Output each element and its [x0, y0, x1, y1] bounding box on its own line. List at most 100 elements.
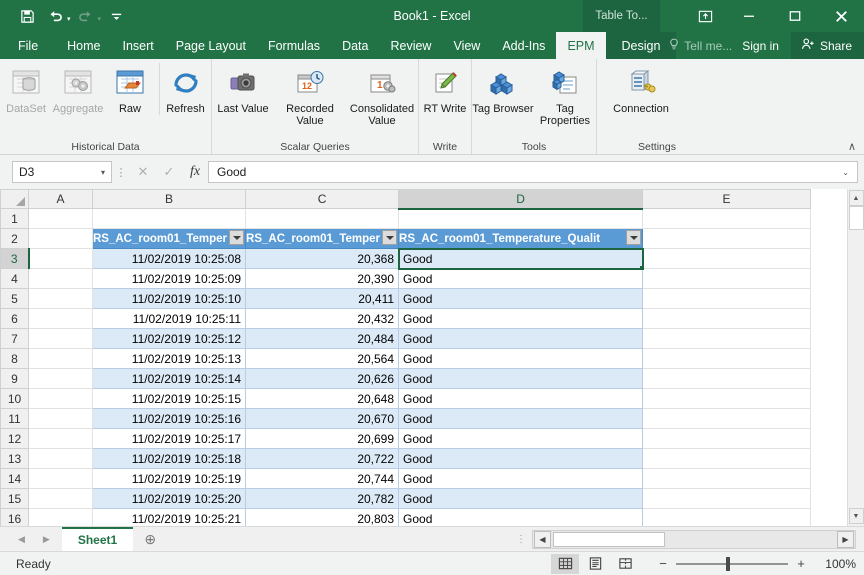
- collapse-ribbon-icon[interactable]: ∧: [848, 140, 856, 153]
- row-header-3[interactable]: 3: [1, 249, 29, 269]
- table-column-header-b[interactable]: RS_AC_room01_Temper: [93, 229, 246, 249]
- cell-b7[interactable]: 11/02/2019 10:25:12: [93, 329, 246, 349]
- ribbon-button-connection[interactable]: Connection: [605, 63, 677, 115]
- column-header-a[interactable]: A: [29, 190, 93, 209]
- tab-formulas[interactable]: Formulas: [257, 32, 331, 59]
- scroll-down-icon[interactable]: ▼: [849, 508, 864, 524]
- cell-e7[interactable]: [643, 329, 811, 349]
- cell-b6[interactable]: 11/02/2019 10:25:11: [93, 309, 246, 329]
- cell-a10[interactable]: [29, 389, 93, 409]
- cell-b10[interactable]: 11/02/2019 10:25:15: [93, 389, 246, 409]
- cell-c6[interactable]: 20,432: [246, 309, 399, 329]
- cell-a13[interactable]: [29, 449, 93, 469]
- insert-function-icon[interactable]: fx: [182, 161, 208, 183]
- tab-data[interactable]: Data: [331, 32, 379, 59]
- select-all-corner[interactable]: [1, 190, 29, 209]
- row-header-2[interactable]: 2: [1, 229, 29, 249]
- cell-d6[interactable]: Good: [399, 309, 643, 329]
- row-header-15[interactable]: 15: [1, 489, 29, 509]
- vertical-scrollbar[interactable]: ▲ ▼: [847, 189, 864, 526]
- cell-c13[interactable]: 20,722: [246, 449, 399, 469]
- cell-d10[interactable]: Good: [399, 389, 643, 409]
- cell-d5[interactable]: Good: [399, 289, 643, 309]
- row-header-12[interactable]: 12: [1, 429, 29, 449]
- cell-d3[interactable]: Good: [399, 249, 643, 269]
- ribbon-button-refresh[interactable]: Refresh: [159, 63, 211, 115]
- cell-c1[interactable]: [246, 209, 399, 229]
- cell-e5[interactable]: [643, 289, 811, 309]
- sheet-tab-sheet1[interactable]: Sheet1: [62, 527, 133, 551]
- cell-c14[interactable]: 20,744: [246, 469, 399, 489]
- cell-b5[interactable]: 11/02/2019 10:25:10: [93, 289, 246, 309]
- cell-a9[interactable]: [29, 369, 93, 389]
- add-sheet-icon[interactable]: ⊕: [133, 527, 167, 551]
- name-box-dropdown-icon[interactable]: ▾: [101, 168, 105, 177]
- scroll-left-icon[interactable]: ◀: [534, 531, 551, 548]
- cell-c12[interactable]: 20,699: [246, 429, 399, 449]
- cell-a1[interactable]: [29, 209, 93, 229]
- tab-home[interactable]: Home: [56, 32, 111, 59]
- cell-c10[interactable]: 20,648: [246, 389, 399, 409]
- sheet-prev-icon[interactable]: ◀: [18, 534, 25, 545]
- cell-e4[interactable]: [643, 269, 811, 289]
- row-header-8[interactable]: 8: [1, 349, 29, 369]
- row-header-14[interactable]: 14: [1, 469, 29, 489]
- cell-a14[interactable]: [29, 469, 93, 489]
- cell-c4[interactable]: 20,390: [246, 269, 399, 289]
- row-header-10[interactable]: 10: [1, 389, 29, 409]
- ribbon-button-tag-browser[interactable]: Tag Browser: [472, 63, 534, 115]
- row-header-16[interactable]: 16: [1, 509, 29, 527]
- cancel-icon[interactable]: ✕: [130, 161, 156, 183]
- ribbon-button-tag-properties[interactable]: Tag Properties: [534, 63, 596, 127]
- table-column-header-c[interactable]: RS_AC_room01_Temper: [246, 229, 399, 249]
- cell-a15[interactable]: [29, 489, 93, 509]
- zoom-level-label[interactable]: 100%: [814, 557, 856, 571]
- ribbon-button-dataset[interactable]: DataSet: [0, 63, 52, 115]
- ribbon-button-rt-write[interactable]: RT Write: [419, 63, 471, 115]
- cell-d15[interactable]: Good: [399, 489, 643, 509]
- zoom-slider-thumb[interactable]: [726, 557, 730, 571]
- cell-e1[interactable]: [643, 209, 811, 229]
- horizontal-scrollbar[interactable]: ◀ ▶: [532, 530, 856, 549]
- row-header-11[interactable]: 11: [1, 409, 29, 429]
- cell-b12[interactable]: 11/02/2019 10:25:17: [93, 429, 246, 449]
- minimize-button[interactable]: [726, 0, 772, 32]
- column-header-e[interactable]: E: [643, 190, 811, 209]
- filter-dropdown-icon-d[interactable]: [626, 230, 641, 245]
- cell-e13[interactable]: [643, 449, 811, 469]
- row-header-6[interactable]: 6: [1, 309, 29, 329]
- row-header-13[interactable]: 13: [1, 449, 29, 469]
- cell-e11[interactable]: [643, 409, 811, 429]
- ribbon-button-raw[interactable]: Raw: [104, 63, 156, 115]
- cell-a5[interactable]: [29, 289, 93, 309]
- cell-b3[interactable]: 11/02/2019 10:25:08: [93, 249, 246, 269]
- column-header-b[interactable]: B: [93, 190, 246, 209]
- cell-b13[interactable]: 11/02/2019 10:25:18: [93, 449, 246, 469]
- zoom-in-button[interactable]: +: [795, 556, 807, 571]
- formula-input[interactable]: Good ⌄: [208, 161, 858, 183]
- cell-a6[interactable]: [29, 309, 93, 329]
- tab-design[interactable]: Design: [606, 32, 677, 59]
- cell-d13[interactable]: Good: [399, 449, 643, 469]
- cell-c5[interactable]: 20,411: [246, 289, 399, 309]
- tab-add-ins[interactable]: Add-Ins: [491, 32, 556, 59]
- tab-epm[interactable]: EPM: [556, 32, 605, 59]
- cell-d8[interactable]: Good: [399, 349, 643, 369]
- cell-b8[interactable]: 11/02/2019 10:25:13: [93, 349, 246, 369]
- tab-insert[interactable]: Insert: [112, 32, 165, 59]
- maximize-button[interactable]: [772, 0, 818, 32]
- cell-c8[interactable]: 20,564: [246, 349, 399, 369]
- ribbon-display-options-icon[interactable]: [684, 0, 726, 32]
- cell-b16[interactable]: 11/02/2019 10:25:21: [93, 509, 246, 527]
- cell-c16[interactable]: 20,803: [246, 509, 399, 527]
- cell-c15[interactable]: 20,782: [246, 489, 399, 509]
- name-box[interactable]: D3 ▾: [12, 161, 112, 183]
- zoom-out-button[interactable]: −: [657, 556, 669, 571]
- expand-formula-bar-icon[interactable]: ⌄: [842, 168, 849, 177]
- ribbon-button-consolidated-value[interactable]: 1 Consolidated Value: [346, 63, 418, 127]
- cell-a12[interactable]: [29, 429, 93, 449]
- ribbon-button-aggregate[interactable]: Aggregate: [52, 63, 104, 115]
- ribbon-button-last-value[interactable]: Last Value: [212, 63, 274, 115]
- cell-c7[interactable]: 20,484: [246, 329, 399, 349]
- cell-c11[interactable]: 20,670: [246, 409, 399, 429]
